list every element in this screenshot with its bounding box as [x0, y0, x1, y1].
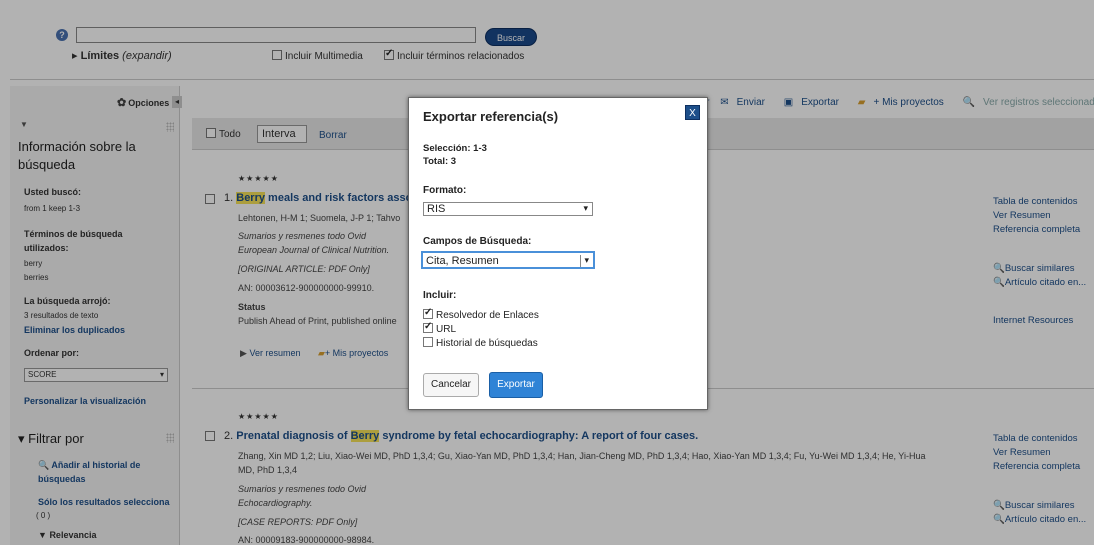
export-button[interactable]: Exportar [489, 372, 543, 398]
fields-label: Campos de Búsqueda: [423, 236, 532, 247]
format-value: RIS [427, 203, 446, 215]
chevron-down-icon: ▾ [583, 203, 588, 213]
chevron-down-icon: ▾ [584, 255, 589, 265]
resolver-checkbox[interactable] [423, 307, 433, 319]
option-url[interactable]: URL [423, 321, 457, 335]
option-history[interactable]: Historial de búsquedas [423, 337, 538, 349]
dialog-title: Exportar referencia(s) [423, 109, 559, 124]
history-label: Historial de búsquedas [436, 338, 538, 349]
format-select[interactable]: RIS ▾ [423, 202, 593, 216]
resolver-label: Resolvedor de Enlaces [436, 310, 539, 321]
fields-select[interactable]: Cita, Resumen ▾ [421, 251, 595, 269]
cancel-button[interactable]: Cancelar [423, 373, 479, 397]
url-label: URL [436, 324, 457, 335]
close-button[interactable]: X [685, 105, 700, 120]
format-label: Formato: [423, 185, 467, 196]
export-dialog: Exportar referencia(s) X Selección: 1-3 … [408, 97, 708, 410]
fields-value: Cita, Resumen [426, 255, 499, 267]
selection-text: Selección: 1-3 [423, 143, 487, 154]
total-text: Total: 3 [423, 156, 457, 167]
include-label: Incluir: [423, 290, 457, 301]
history-checkbox[interactable] [423, 337, 433, 347]
option-resolver[interactable]: Resolvedor de Enlaces [423, 307, 539, 321]
url-checkbox[interactable] [423, 321, 433, 333]
select-separator [580, 255, 581, 267]
